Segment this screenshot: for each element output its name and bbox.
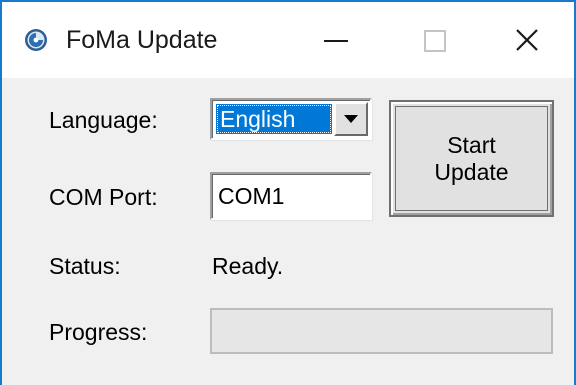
maximize-button[interactable] bbox=[383, 2, 479, 78]
dialog-body: Language: English COM Port: COM1 Start U… bbox=[2, 78, 574, 385]
close-button[interactable] bbox=[479, 2, 574, 78]
progress-label: Progress: bbox=[49, 319, 148, 345]
dropdown-arrow-button[interactable] bbox=[334, 102, 368, 136]
progress-bar bbox=[210, 308, 553, 354]
minimize-icon bbox=[324, 40, 348, 42]
foma-app-icon[interactable] bbox=[24, 28, 48, 52]
language-selected-value: English bbox=[216, 104, 332, 134]
start-update-label-line1: Start bbox=[447, 131, 496, 158]
maximize-icon bbox=[424, 30, 446, 52]
foma-update-window: FoMa Update Language: English COM Port: … bbox=[0, 0, 576, 385]
title-bar[interactable]: FoMa Update bbox=[2, 2, 574, 78]
start-update-focus-rect: Start Update bbox=[395, 106, 548, 211]
start-update-button[interactable]: Start Update bbox=[389, 100, 554, 217]
status-label: Status: bbox=[49, 253, 121, 279]
status-value: Ready. bbox=[212, 253, 284, 279]
start-update-label-line2: Update bbox=[434, 158, 509, 185]
window-title: FoMa Update bbox=[66, 26, 218, 54]
language-label: Language: bbox=[49, 107, 158, 133]
close-icon bbox=[516, 29, 538, 51]
minimize-button[interactable] bbox=[287, 2, 383, 78]
com-port-label: COM Port: bbox=[49, 184, 158, 210]
com-port-input[interactable]: COM1 bbox=[210, 172, 372, 220]
language-select[interactable]: English bbox=[210, 98, 372, 140]
chevron-down-icon bbox=[344, 115, 358, 123]
start-update-label: Start Update bbox=[422, 132, 522, 186]
